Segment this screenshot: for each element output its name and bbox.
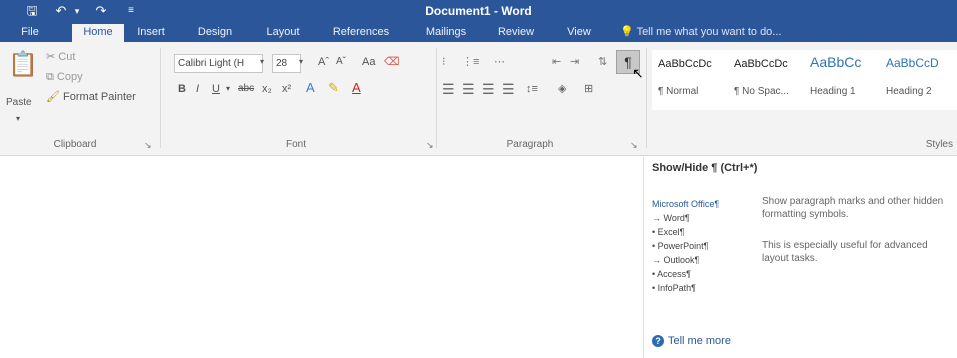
tab-references[interactable]: References xyxy=(326,22,396,42)
tooltip-title: Show/Hide ¶ (Ctrl+*) xyxy=(652,162,758,174)
subscript-button[interactable]: x₂ xyxy=(262,80,272,98)
strikethrough-button[interactable]: abc xyxy=(238,80,254,98)
lightbulb-icon: 💡 xyxy=(620,26,637,38)
multilevel-list-icon[interactable]: ⋯ xyxy=(494,53,505,71)
scissors-icon: ✂ xyxy=(46,51,56,63)
tooltip-description: Show paragraph marks and other hidden fo… xyxy=(762,196,944,220)
list-item: → Outlook¶ xyxy=(652,255,700,265)
line-spacing-icon[interactable]: ↕≡ xyxy=(526,80,538,98)
tab-home[interactable]: Home xyxy=(72,24,124,42)
style-normal[interactable]: AaBbCcDc ¶ Normal xyxy=(652,50,728,110)
paragraph-dialog-launcher-icon[interactable]: ↘ xyxy=(630,140,638,151)
font-size-dropdown-icon[interactable]: ▾ xyxy=(299,53,303,71)
italic-button[interactable]: I xyxy=(196,80,199,98)
decrease-indent-icon[interactable]: ⇤ xyxy=(552,53,561,71)
text-effects-icon[interactable]: A xyxy=(306,79,315,97)
increase-indent-icon[interactable]: ⇥ xyxy=(570,53,579,71)
ribbon-tab-row: File Home Insert Design Layout Reference… xyxy=(0,22,957,42)
tell-me-search[interactable]: 💡 Tell me what you want to do... xyxy=(620,22,781,42)
bullets-icon[interactable]: ⁝ xyxy=(442,53,446,71)
tooltip-preview-list: Microsoft Office¶ → Word¶ • Excel¶ • Pow… xyxy=(652,197,752,295)
numbering-icon[interactable]: ⋮≡ xyxy=(462,53,479,71)
list-item: → Word¶ xyxy=(652,213,690,223)
font-dialog-launcher-icon[interactable]: ↘ xyxy=(426,140,434,151)
group-divider xyxy=(646,48,647,148)
list-item: • InfoPath¶ xyxy=(652,283,697,293)
font-group-label: Font xyxy=(285,139,306,150)
bold-button[interactable]: B xyxy=(178,80,186,98)
style-heading-2[interactable]: AaBbCcD Heading 2 xyxy=(880,50,957,110)
paste-dropdown-icon[interactable]: ▾ xyxy=(16,110,20,128)
tab-review[interactable]: Review xyxy=(494,22,538,42)
format-painter-button[interactable]: 🖌 Format Painter xyxy=(46,88,136,106)
document-title: Document1 - Word xyxy=(425,4,532,18)
group-divider xyxy=(160,48,161,148)
show-hide-tooltip: Show/Hide ¶ (Ctrl+*) Microsoft Office¶ →… xyxy=(643,157,957,358)
tab-layout[interactable]: Layout xyxy=(262,22,304,42)
clear-formatting-icon[interactable]: ⌫ xyxy=(384,53,400,71)
superscript-button[interactable]: x² xyxy=(282,80,291,98)
borders-icon[interactable]: ⊞ xyxy=(584,80,593,98)
tooltip-description-extra: This is especially useful for advanced l… xyxy=(762,240,928,264)
change-case-button[interactable]: Aa xyxy=(362,53,375,71)
font-size-input[interactable]: 28 xyxy=(272,54,301,73)
tab-view[interactable]: View xyxy=(562,22,596,42)
align-left-icon[interactable]: ☰ xyxy=(442,80,455,98)
underline-button[interactable]: U xyxy=(212,80,220,98)
font-color-icon[interactable]: A xyxy=(352,79,361,97)
title-bar: 🖫 ↶ ▾ ↷ ≡ Document1 - Word xyxy=(0,0,957,22)
style-no-spacing[interactable]: AaBbCcDc ¶ No Spac... xyxy=(728,50,804,110)
mouse-cursor-icon: ↖ xyxy=(632,65,644,81)
list-header: Microsoft Office¶ xyxy=(652,199,720,209)
font-name-dropdown-icon[interactable]: ▾ xyxy=(260,53,264,71)
copy-button[interactable]: ⧉ Copy xyxy=(46,68,83,86)
tab-design[interactable]: Design xyxy=(192,22,238,42)
highlight-color-icon[interactable]: ✎ xyxy=(328,79,339,97)
help-icon: ? xyxy=(652,335,664,348)
paste-icon[interactable]: 📋 xyxy=(8,50,38,80)
ribbon: 📋 Paste ▾ ✂ Cut ⧉ Copy 🖌 Format Painter … xyxy=(0,42,957,156)
shading-icon[interactable]: ◈ xyxy=(558,80,566,98)
clipboard-dialog-launcher-icon[interactable]: ↘ xyxy=(144,140,152,151)
list-item: • Access¶ xyxy=(652,269,691,279)
sort-icon[interactable]: ⇅ xyxy=(598,53,607,71)
styles-group-label: Styles xyxy=(925,139,953,150)
tab-file[interactable]: File xyxy=(14,22,46,42)
font-name-input[interactable]: Calibri Light (H xyxy=(174,54,263,73)
list-item: • PowerPoint¶ xyxy=(652,241,709,251)
tab-insert[interactable]: Insert xyxy=(132,22,170,42)
paragraph-group-label: Paragraph xyxy=(506,139,554,150)
copy-icon: ⧉ xyxy=(46,71,54,83)
style-heading-1[interactable]: AaBbCc Heading 1 xyxy=(804,50,880,110)
tell-me-more-link[interactable]: ? Tell me more xyxy=(652,335,731,348)
align-right-icon[interactable]: ☰ xyxy=(482,80,495,98)
shrink-font-button[interactable]: Aˇ xyxy=(336,53,346,71)
group-divider xyxy=(436,48,437,148)
tab-mailings[interactable]: Mailings xyxy=(420,22,472,42)
clipboard-group-label: Clipboard xyxy=(53,139,97,150)
list-item: • Excel¶ xyxy=(652,227,685,237)
cut-button[interactable]: ✂ Cut xyxy=(46,48,75,66)
paintbrush-icon: 🖌 xyxy=(46,91,60,103)
underline-dropdown-icon[interactable]: ▾ xyxy=(226,80,230,98)
align-center-icon[interactable]: ☰ xyxy=(462,80,475,98)
justify-icon[interactable]: ☰ xyxy=(502,80,515,98)
grow-font-button[interactable]: Aˆ xyxy=(318,53,329,71)
